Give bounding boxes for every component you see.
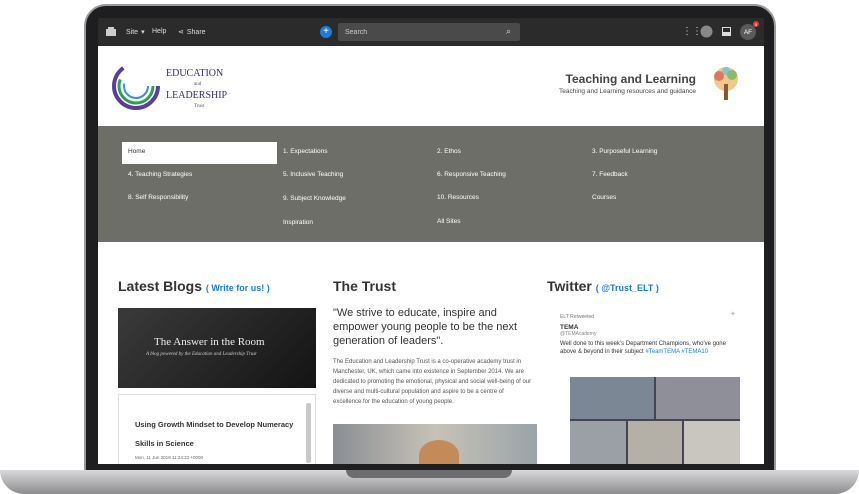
blog-post-date: Mon, 11 Jun 2018 11:24:22 +0000 — [135, 455, 204, 460]
help-label: Help — [152, 28, 167, 35]
nav-courses[interactable]: Courses — [592, 194, 616, 201]
profile-circle-icon[interactable] — [700, 25, 713, 38]
trust-quote: "We strive to educate, inspire and empow… — [333, 307, 518, 347]
blog-banner-image[interactable]: The Answer in the Room A blog powered by… — [118, 308, 316, 388]
laptop-notch — [346, 470, 512, 478]
notification-count: 5 — [754, 21, 758, 27]
write-link-wrapper: ( Write for us! ) — [205, 283, 270, 293]
nav-subject-knowledge[interactable]: 9. Subject Knowledge Inspiration — [283, 187, 363, 234]
trust-photo — [333, 424, 537, 464]
tweet-photo-2 — [656, 377, 740, 419]
main-content: Latest Blogs ( Write for us! ) The Answe… — [98, 242, 764, 464]
screen: Site ▾ Help ⋖ Share + ⌕ ⋮⋮ AF — [98, 18, 764, 464]
search-icon[interactable]: ⌕ — [506, 26, 511, 37]
chevron-down-icon: ▾ — [141, 29, 145, 36]
trust-paragraph: The Education and Leadership Trust is a … — [333, 359, 532, 405]
site-menu[interactable]: Site ▾ — [126, 28, 145, 37]
brand-line4: Trust — [194, 104, 205, 109]
window-icon[interactable] — [722, 27, 731, 36]
nav-self-responsibility[interactable]: 8. Self Responsibility — [128, 194, 188, 201]
blog-post-card: Using Growth Mindset to Develop Numeracy… — [118, 394, 316, 464]
share-icon: ⋖ — [178, 29, 184, 36]
avatar-initials: AF — [743, 28, 753, 36]
share-button[interactable]: ⋖ Share — [178, 28, 206, 37]
nav-resources[interactable]: 10. Resources — [437, 194, 479, 201]
tweet-photo-4 — [628, 421, 682, 464]
page-title: Teaching and Learning — [565, 72, 696, 86]
brand-wordmark: EDUCATION and LEADERSHIP Trust — [166, 68, 227, 112]
trust-logo-icon — [112, 62, 160, 110]
blog-scrollbar[interactable] — [306, 403, 311, 463]
tweet-account-handle[interactable]: @TEMAcademy — [560, 331, 740, 337]
blog-post-title[interactable]: Using Growth Mindset to Develop Numeracy… — [135, 415, 295, 453]
tree-logo-icon — [714, 67, 738, 100]
nav-home[interactable]: Home — [122, 142, 277, 164]
blogs-heading-text: Latest Blogs — [118, 278, 203, 294]
nav-all-sites[interactable]: All Sites — [437, 218, 460, 225]
nav-inclusive-teaching[interactable]: 5. Inclusive Teaching — [283, 171, 343, 178]
share-label: Share — [186, 28, 206, 36]
brand-line2: and — [194, 82, 202, 87]
nav-ethos[interactable]: 2. Ethos — [437, 148, 461, 155]
twitter-heading-text: Twitter — [547, 278, 592, 294]
nav-responsive-teaching[interactable]: 6. Responsive Teaching — [437, 171, 506, 178]
tweet-text: Well done to this week's Department Cham… — [560, 340, 740, 356]
google-sites-topbar: Site ▾ Help ⋖ Share + ⌕ ⋮⋮ AF — [98, 18, 764, 46]
notification-badge: 5 — [753, 21, 759, 27]
tweet-photo-3 — [570, 421, 626, 464]
twitter-heading: Twitter ( @Trust_ELT ) — [547, 278, 659, 294]
trust-photo-person — [419, 440, 459, 464]
blog-banner-title: The Answer in the Room — [154, 336, 265, 348]
write-for-us-link[interactable]: Write for us! — [211, 283, 264, 293]
tweet-account-name[interactable]: TEMA — [560, 324, 740, 331]
twitter-handle-link[interactable]: @Trust_ELT — [601, 283, 653, 293]
tweet-image-grid[interactable] — [570, 377, 740, 464]
nav-expectations[interactable]: 1. Expectations — [283, 148, 327, 155]
nav-purposeful-learning[interactable]: 3. Purposeful Learning — [592, 148, 657, 155]
tweet: ELT Retweeted TEMA @TEMAcademy Well done… — [560, 314, 740, 356]
search-input[interactable] — [338, 23, 520, 41]
add-icon[interactable]: + — [320, 26, 332, 38]
twitter-link-wrapper: ( @Trust_ELT ) — [595, 283, 659, 293]
nav-feedback[interactable]: 7. Feedback — [592, 171, 628, 178]
retweet-label: ELT Retweeted — [560, 314, 595, 320]
blog-banner-subtitle: A blog powered by the Education and Lead… — [146, 352, 257, 357]
brand-line1: EDUCATION — [166, 68, 224, 79]
tweet-hashtags[interactable]: #TeamTEMA #TEMA10 — [645, 349, 708, 355]
help-link[interactable]: Help — [152, 28, 166, 35]
site-header: EDUCATION and LEADERSHIP Trust Teaching … — [98, 46, 764, 126]
trust-heading: The Trust — [333, 278, 397, 294]
nav-teaching-strategies[interactable]: 4. Teaching Strategies — [128, 171, 192, 178]
brand-line3: LEADERSHIP — [166, 90, 228, 101]
blogs-heading: Latest Blogs ( Write for us! ) — [118, 278, 270, 294]
site-label: Site — [126, 28, 139, 36]
tweet-photo-5 — [684, 421, 740, 464]
page-subtitle: Teaching and Learning resources and guid… — [559, 88, 696, 95]
logo-icon[interactable] — [104, 26, 118, 38]
apps-grid-icon[interactable]: ⋮⋮ — [682, 26, 702, 37]
tweet-photo-1 — [570, 377, 654, 419]
laptop-frame: Site ▾ Help ⋖ Share + ⌕ ⋮⋮ AF — [0, 0, 859, 494]
main-navigation: Home 1. Expectations 2. Ethos 3. Purpose… — [98, 126, 764, 242]
